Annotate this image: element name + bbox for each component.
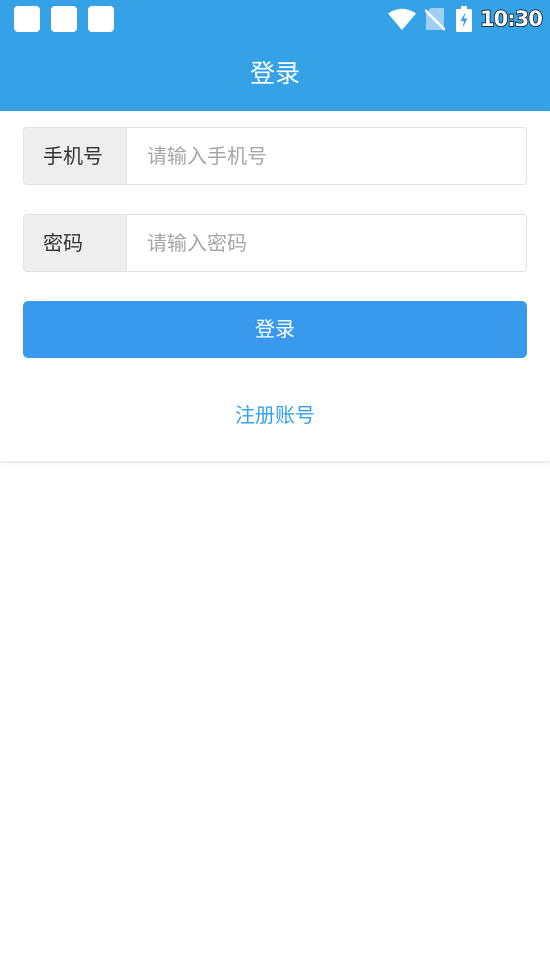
app-notification-icon [88,6,114,32]
password-field[interactable]: 密码 [23,214,527,272]
wifi-icon [388,8,416,30]
password-label: 密码 [24,215,127,271]
app-header: 10:30 登录 [0,0,550,111]
status-clock: 10:30 [479,6,543,31]
app-notification-icon [14,6,40,32]
phone-field[interactable]: 手机号 [23,127,527,185]
status-bar: 10:30 [0,0,550,38]
app-notification-icon [51,6,77,32]
password-input[interactable] [128,215,524,271]
register-link[interactable]: 注册账号 [0,399,550,431]
no-sim-icon [425,8,445,31]
battery-charging-icon [456,6,472,32]
login-button[interactable]: 登录 [23,301,527,358]
phone-input[interactable] [128,128,524,184]
login-card: 手机号 密码 登录 注册账号 [0,111,550,462]
phone-label: 手机号 [24,128,127,184]
page-title: 登录 [249,59,300,88]
